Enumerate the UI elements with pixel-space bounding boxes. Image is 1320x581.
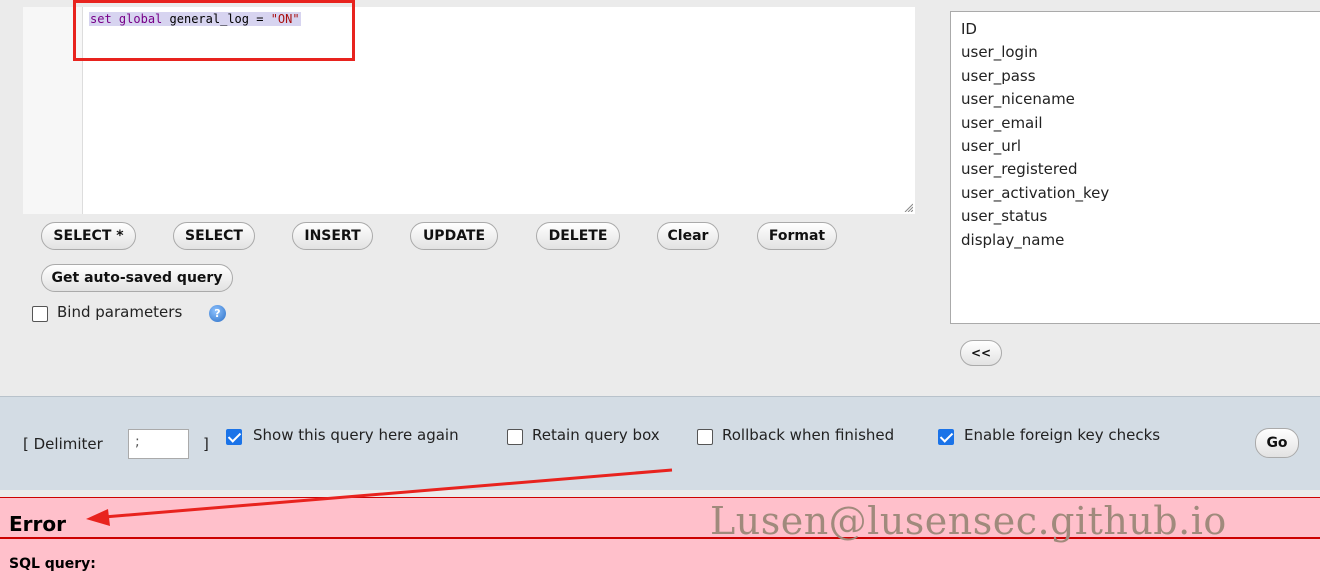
clear-button[interactable]: Clear bbox=[657, 222, 719, 250]
foreign-key-checks-label: Enable foreign key checks bbox=[964, 426, 1161, 444]
go-button[interactable]: Go bbox=[1255, 428, 1299, 458]
query-options-bar: [ Delimiter ; ] Show this query here aga… bbox=[0, 396, 1320, 490]
retain-query-box-checkbox[interactable] bbox=[507, 429, 523, 445]
delimiter-input[interactable]: ; bbox=[128, 429, 189, 459]
bind-parameters-label: Bind parameters bbox=[57, 303, 183, 321]
update-button[interactable]: UPDATE bbox=[410, 222, 498, 250]
list-item[interactable]: user_activation_key bbox=[961, 182, 1319, 205]
resize-handle-icon[interactable] bbox=[903, 202, 913, 212]
show-query-again-label: Show this query here again bbox=[253, 426, 459, 444]
annotation-highlight-box bbox=[73, 0, 355, 61]
list-item[interactable]: user_email bbox=[961, 112, 1319, 135]
list-item[interactable]: user_status bbox=[961, 205, 1319, 228]
delimiter-label: [ Delimiter bbox=[23, 435, 103, 453]
select-button[interactable]: SELECT bbox=[173, 222, 255, 250]
format-button[interactable]: Format bbox=[757, 222, 837, 250]
insert-button[interactable]: INSERT bbox=[292, 222, 373, 250]
list-item[interactable]: user_nicename bbox=[961, 88, 1319, 111]
sql-query-label: SQL query: bbox=[9, 556, 96, 572]
list-item[interactable]: display_name bbox=[961, 229, 1319, 252]
error-title: Error bbox=[9, 512, 66, 536]
show-query-again-checkbox[interactable] bbox=[226, 429, 242, 445]
list-item[interactable]: ID bbox=[961, 18, 1319, 41]
select-star-button[interactable]: SELECT * bbox=[41, 222, 136, 250]
column-names-list[interactable]: ID user_login user_pass user_nicename us… bbox=[950, 11, 1320, 324]
delete-button[interactable]: DELETE bbox=[536, 222, 620, 250]
list-item[interactable]: user_pass bbox=[961, 65, 1319, 88]
get-auto-saved-query-button[interactable]: Get auto-saved query bbox=[41, 264, 233, 292]
rollback-checkbox[interactable] bbox=[697, 429, 713, 445]
delimiter-bracket: ] bbox=[203, 435, 209, 453]
insert-column-button[interactable]: << bbox=[960, 340, 1002, 366]
bind-parameters-checkbox[interactable] bbox=[32, 306, 48, 322]
error-panel: Error SQL query: Lusen@lusensec.github.i… bbox=[0, 497, 1320, 581]
retain-query-box-label: Retain query box bbox=[532, 426, 660, 444]
rollback-label: Rollback when finished bbox=[722, 426, 895, 444]
help-icon[interactable]: ? bbox=[209, 305, 226, 322]
foreign-key-checks-checkbox[interactable] bbox=[938, 429, 954, 445]
list-item[interactable]: user_login bbox=[961, 41, 1319, 64]
list-item[interactable]: user_url bbox=[961, 135, 1319, 158]
watermark-text: Lusen@lusensec.github.io bbox=[710, 499, 1227, 543]
list-item[interactable]: user_registered bbox=[961, 158, 1319, 181]
